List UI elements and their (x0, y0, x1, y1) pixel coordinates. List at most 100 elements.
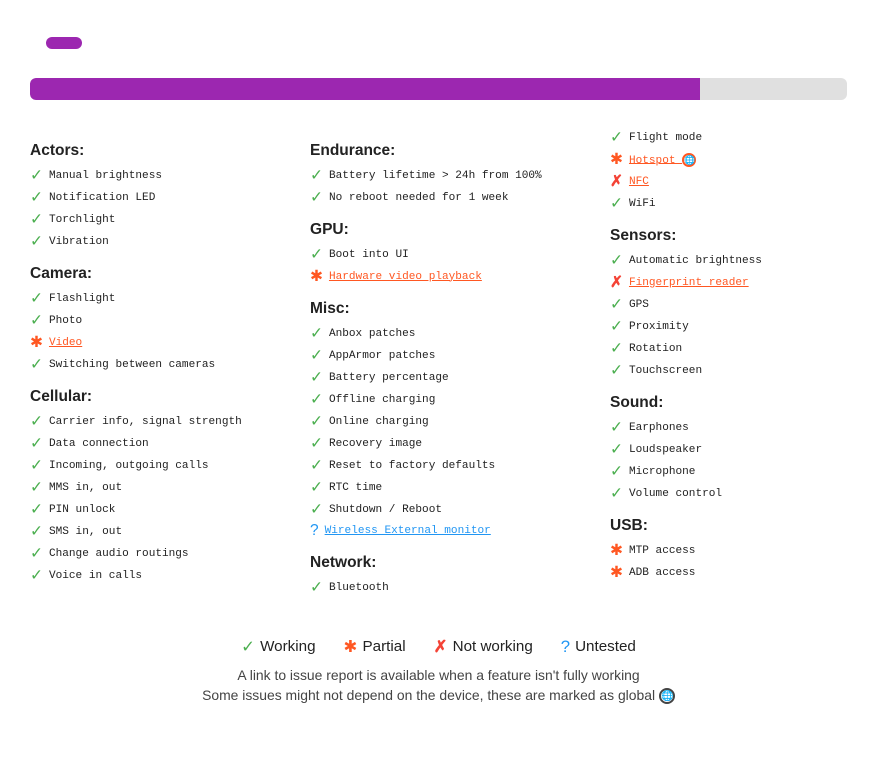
not-working-icon: ✗ (610, 273, 623, 292)
partial-icon: ✱ (610, 541, 623, 560)
feature-item: ✱ Video (30, 333, 300, 352)
feature-link[interactable]: Hardware video playback (329, 271, 482, 283)
feature-text: Boot into UI (329, 249, 409, 261)
working-icon: ✓ (310, 390, 323, 409)
feature-text: SMS in, out (49, 526, 122, 538)
working-icon: ✓ (30, 289, 43, 308)
feature-text: Microphone (629, 466, 695, 478)
feature-item: ✓ Recovery image (310, 434, 600, 453)
feature-text: Vibration (49, 236, 109, 248)
partial-icon: ✱ (310, 267, 323, 286)
feature-text: Touchscreen (629, 365, 702, 377)
feature-text: Shutdown / Reboot (329, 504, 442, 516)
working-icon: ✓ (30, 544, 43, 563)
feature-item: ?Wireless External monitor (310, 522, 600, 540)
feature-link[interactable]: NFC (629, 176, 649, 188)
feature-text: Data connection (49, 438, 149, 450)
category-label: Misc: (310, 300, 600, 318)
feature-link[interactable]: Hotspot 🌐 (629, 153, 696, 167)
feature-item: ✓Reset to factory defaults (310, 456, 600, 475)
working-icon: ✓ (310, 368, 323, 387)
working-icon: ✓ (610, 484, 623, 503)
footnote-2: Some issues might not depend on the devi… (30, 687, 847, 704)
feature-text: Loudspeaker (629, 444, 702, 456)
feature-item: ✓SMS in, out (30, 522, 300, 541)
working-icon: ✓ (30, 412, 43, 431)
feature-link[interactable]: Video (49, 337, 82, 349)
feature-item: ✓ AppArmor patches (310, 346, 600, 365)
feature-item: ✓Manual brightness (30, 166, 300, 185)
feature-item: ✓ Boot into UI (310, 245, 600, 264)
feature-text: Automatic brightness (629, 255, 762, 267)
working-icon: ✓ (610, 418, 623, 437)
category-label: Sound: (610, 394, 877, 412)
feature-item: ✗ Fingerprint reader (610, 273, 877, 292)
legend-item-untested: ?Untested (561, 636, 636, 657)
page-header (30, 20, 847, 60)
working-icon: ✓ (310, 188, 323, 207)
features-grid: Actors:✓Manual brightness✓Notification L… (30, 128, 847, 600)
working-icon: ✓ (610, 295, 623, 314)
partial-icon: ✱ (610, 563, 623, 582)
feature-text: Battery lifetime > 24h from 100% (329, 170, 542, 182)
category-label: USB: (610, 517, 877, 535)
working-icon: ✓ (30, 188, 43, 207)
working-icon: ✓ (310, 434, 323, 453)
feature-text: PIN unlock (49, 504, 115, 516)
working-icon: ✓ (30, 478, 43, 497)
feature-item: ✓ Offline charging (310, 390, 600, 409)
working-icon: ✓ (310, 478, 323, 497)
working-icon: ✓ (310, 166, 323, 185)
feature-text: Photo (49, 315, 82, 327)
feature-item: ✱ Hardware video playback (310, 267, 600, 286)
feature-item: ✗NFC (610, 172, 877, 191)
feature-link[interactable]: Wireless External monitor (325, 525, 491, 537)
feature-item: ✓Proximity (610, 317, 877, 336)
feature-item: ✓ Rotation (610, 339, 877, 358)
feature-item: ✓ Carrier info, signal strength (30, 412, 300, 431)
feature-item: ✓Flashlight (30, 289, 300, 308)
working-icon: ✓ (30, 500, 43, 519)
feature-item: ✓ Battery lifetime > 24h from 100% (310, 166, 600, 185)
partial-icon: ✱ (30, 333, 43, 352)
untested-icon: ? (561, 637, 570, 657)
working-icon: ✓ (30, 566, 43, 585)
feature-item: ✓ Shutdown / Reboot (310, 500, 600, 519)
feature-text: Notification LED (49, 192, 155, 204)
working-icon: ✓ (610, 128, 623, 147)
feature-text: Earphones (629, 422, 689, 434)
legend: ✓Working✱Partial✗Not working?Untested (30, 636, 847, 657)
feature-item: ✓WiFi (610, 194, 877, 213)
feature-item: ✓Torchlight (30, 210, 300, 229)
footnote-1: A link to issue report is available when… (30, 667, 847, 683)
working-icon: ✓ (30, 210, 43, 229)
feature-text: Recovery image (329, 438, 422, 450)
feature-text: Offline charging (329, 394, 435, 406)
feature-text: Change audio routings (49, 548, 189, 560)
working-icon: ✓ (30, 434, 43, 453)
column-2: ✓Flight mode✱Hotspot 🌐✗NFC✓WiFiSensors:✓… (610, 128, 877, 585)
buy-button[interactable] (46, 37, 82, 49)
working-icon: ✓ (310, 245, 323, 264)
category-label: Cellular: (30, 388, 300, 406)
working-icon: ✓ (30, 311, 43, 330)
working-icon: ✓ (30, 355, 43, 374)
working-icon: ✓ (310, 500, 323, 519)
feature-text: Rotation (629, 343, 682, 355)
feature-item: ✓Battery percentage (310, 368, 600, 387)
working-icon: ✓ (310, 346, 323, 365)
feature-text: MMS in, out (49, 482, 122, 494)
feature-text: AppArmor patches (329, 350, 435, 362)
legend-item-not-working: ✗Not working (434, 636, 533, 657)
working-icon: ✓ (241, 636, 255, 657)
feature-item: ✓ Earphones (610, 418, 877, 437)
column-1: Endurance:✓Battery lifetime > 24h from 1… (310, 128, 610, 600)
feature-text: No reboot needed for 1 week (329, 192, 509, 204)
feature-text: MTP access (629, 545, 695, 557)
working-icon: ✓ (610, 339, 623, 358)
progress-bar-fill (30, 78, 700, 100)
feature-link[interactable]: Fingerprint reader (629, 277, 749, 289)
feature-text: Anbox patches (329, 328, 415, 340)
feature-text: Carrier info, signal strength (49, 416, 242, 428)
legend-label: Not working (453, 638, 533, 655)
